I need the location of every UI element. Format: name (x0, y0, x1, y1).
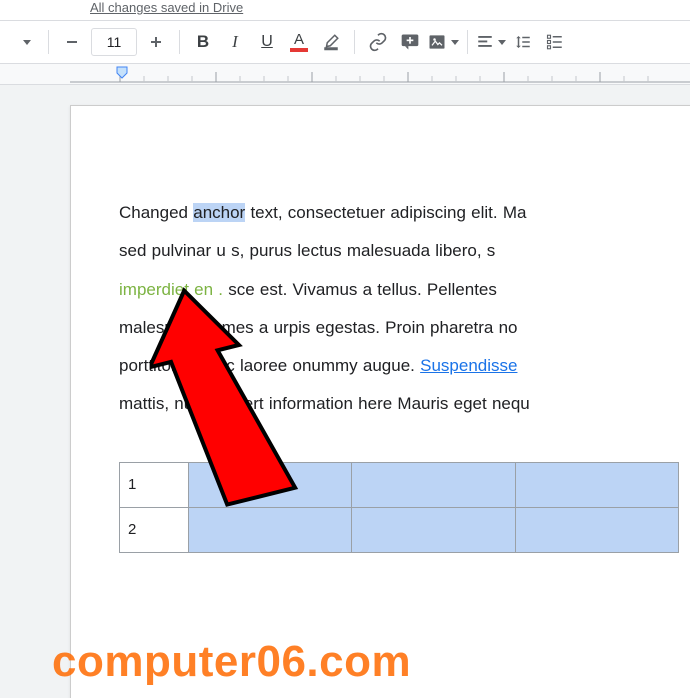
hyperlink[interactable]: Suspendisse (420, 356, 517, 375)
checklist-icon (546, 33, 564, 51)
italic-button[interactable]: I (220, 27, 250, 57)
document-page[interactable]: Changed anchor text, consectetuer adipis… (70, 105, 690, 698)
document-table[interactable]: 1 2 (119, 462, 679, 553)
insert-comment-button[interactable] (395, 27, 425, 57)
chevron-down-icon (498, 40, 506, 45)
align-left-icon (476, 33, 494, 51)
toolbar-separator (354, 30, 355, 54)
formatting-toolbar: 11 B I U A (0, 21, 690, 64)
toolbar-separator (179, 30, 180, 54)
save-status: All changes saved in Drive (90, 0, 243, 15)
document-body[interactable]: Changed anchor text, consectetuer adipis… (119, 194, 690, 424)
text-color-button[interactable]: A (284, 27, 314, 57)
table-cell[interactable]: 1 (120, 462, 189, 507)
table-cell[interactable]: 2 (120, 507, 189, 552)
align-button[interactable] (476, 27, 506, 57)
text[interactable]: text, consectetuer adipiscing elit. Ma (245, 203, 526, 222)
hyperlink-text[interactable]: imperdiet en . (119, 280, 223, 299)
text-color-swatch (290, 48, 308, 52)
text[interactable]: Changed (119, 203, 193, 222)
table-cell[interactable] (515, 462, 678, 507)
more-button[interactable] (10, 27, 40, 57)
font-size-decrease[interactable] (57, 27, 87, 57)
bold-button[interactable]: B (188, 27, 218, 57)
horizontal-ruler[interactable] (0, 64, 690, 85)
line-spacing-icon (514, 33, 532, 51)
image-icon (427, 32, 447, 52)
text[interactable]: malesuada fames a urpis egestas. Proin p… (119, 318, 518, 337)
table-cell[interactable] (352, 462, 515, 507)
indent-marker[interactable] (116, 66, 128, 85)
table-cell[interactable] (189, 462, 352, 507)
toolbar-separator (48, 30, 49, 54)
table-cell[interactable] (189, 507, 352, 552)
text[interactable]: porttitor. Donec laoree onummy augue. (119, 356, 420, 375)
table-cell[interactable] (352, 507, 515, 552)
comment-plus-icon (400, 32, 420, 52)
table-cell[interactable] (515, 507, 678, 552)
list-button[interactable] (540, 27, 570, 57)
font-size-input[interactable]: 11 (91, 28, 137, 56)
line-spacing-button[interactable] (508, 27, 538, 57)
highlight-color-button[interactable] (316, 27, 346, 57)
document-canvas[interactable]: Changed anchor text, consectetuer adipis… (0, 85, 690, 698)
status-bar: All changes saved in Drive (0, 0, 690, 21)
toolbar-separator (467, 30, 468, 54)
text[interactable]: sce est. Vivamus a tellus. Pellentes (223, 280, 497, 299)
table-row[interactable]: 1 (120, 462, 679, 507)
chevron-down-icon (23, 40, 31, 45)
highlight-icon (322, 33, 340, 51)
selected-text[interactable]: anchor (193, 203, 245, 222)
text[interactable]: mattis, nunc. Insert information here Ma… (119, 394, 530, 413)
table-row[interactable]: 2 (120, 507, 679, 552)
chevron-down-icon (451, 40, 459, 45)
link-icon (368, 32, 388, 52)
font-size-increase[interactable] (141, 27, 171, 57)
insert-image-button[interactable] (427, 27, 459, 57)
text[interactable]: sed pulvinar u s, purus lectus malesuada… (119, 241, 495, 260)
insert-link-button[interactable] (363, 27, 393, 57)
underline-button[interactable]: U (252, 27, 282, 57)
